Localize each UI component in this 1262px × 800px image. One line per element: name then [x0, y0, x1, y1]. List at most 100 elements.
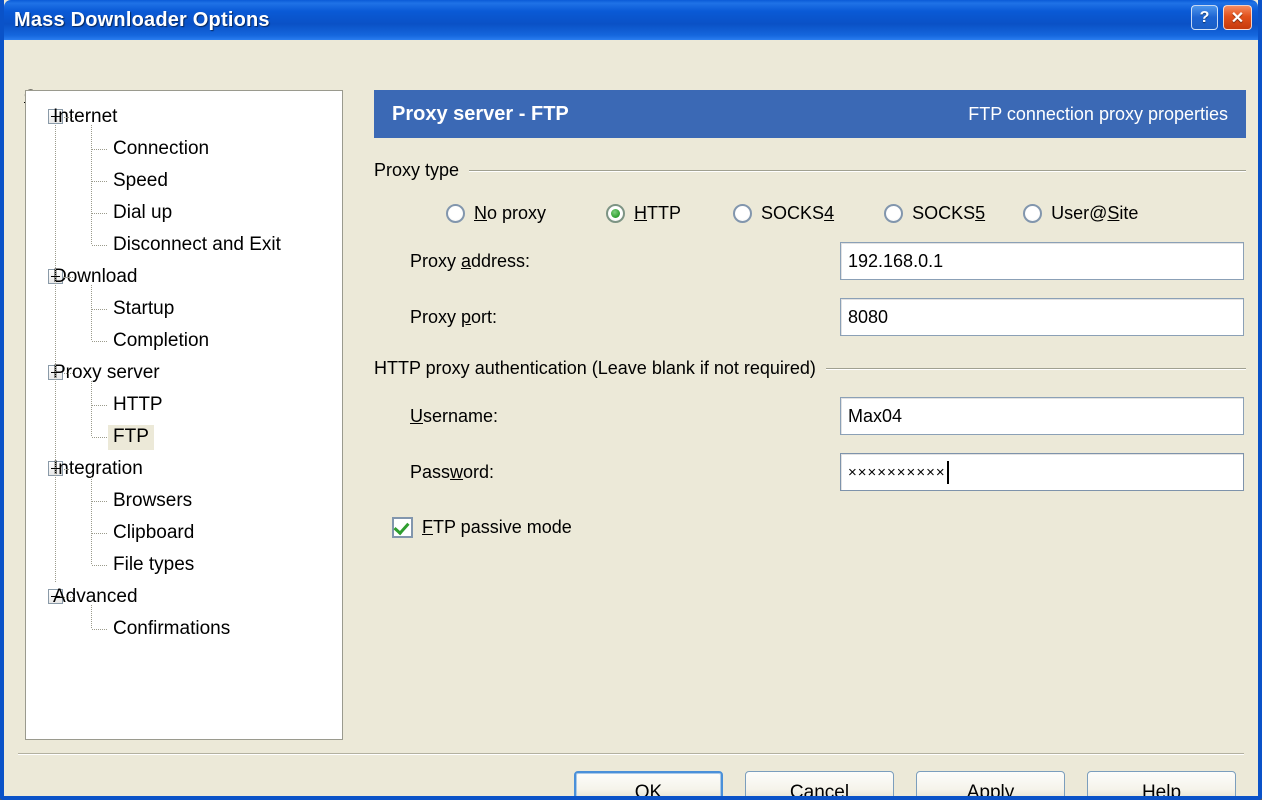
tree-guide — [64, 117, 73, 118]
username-input[interactable]: Max04 — [840, 397, 1244, 435]
footer-separator — [18, 753, 1244, 755]
radio-indicator[interactable] — [446, 204, 465, 223]
tree-guide — [91, 605, 92, 629]
radio-no-proxy[interactable]: No proxy — [446, 203, 546, 224]
radio-label: User@Site — [1051, 203, 1139, 223]
tree-item-file-types[interactable]: File types — [26, 549, 342, 581]
dialog-body: Category: InternetConnectionSpeedDial up… — [4, 40, 1258, 796]
tree-item-proxy-server[interactable]: Proxy server — [26, 357, 342, 389]
tree-item-label: Integration — [53, 457, 143, 479]
ok-button[interactable]: OK — [574, 771, 723, 796]
tree-item-label: Browsers — [113, 489, 193, 511]
tree-item-label: Clipboard — [113, 521, 195, 543]
tree-guide — [92, 501, 108, 502]
tree-item-label: Speed — [113, 169, 168, 191]
proxy-type-radio-group: No proxy HTTP SOCKS4 SOCKS5 User@Site — [374, 203, 1246, 224]
tree-guide — [92, 533, 108, 534]
pane-header: Proxy server - FTP FTP connection proxy … — [374, 90, 1246, 138]
tree-item-confirmations[interactable]: Confirmations — [26, 613, 342, 645]
tree-item-label: Completion — [113, 329, 210, 351]
tree-item-label: Download — [53, 265, 138, 287]
radio-indicator[interactable] — [884, 204, 904, 223]
pane-title: Proxy server - FTP — [392, 102, 569, 125]
tree-item-label: File types — [113, 553, 195, 575]
tree-item-label: Startup — [113, 297, 175, 319]
proxy-port-row: Proxy port: 8080 — [374, 298, 1246, 336]
proxy-port-label: Proxy port: — [410, 306, 498, 327]
tree-guide — [92, 405, 108, 406]
tree-guide — [92, 245, 108, 246]
password-row: Password: ×××××××××× — [374, 453, 1246, 491]
tree-item-integration[interactable]: Integration — [26, 453, 342, 485]
group-separator — [825, 367, 1246, 370]
tree-item-internet[interactable]: Internet — [26, 101, 342, 133]
tree-item-label: Dial up — [113, 201, 173, 223]
tree-item-browsers[interactable]: Browsers — [26, 485, 342, 517]
tree-guide — [91, 381, 92, 437]
radio-http[interactable]: HTTP — [606, 203, 681, 224]
window-controls: ? ✕ — [1191, 5, 1252, 30]
tree-guide — [91, 477, 92, 565]
proxy-type-group-title: Proxy type — [374, 160, 460, 180]
password-label: Password: — [410, 461, 495, 482]
tree-guide — [64, 373, 73, 374]
radio-label: SOCKS5 — [912, 203, 986, 223]
radio-indicator[interactable] — [733, 204, 753, 223]
group-separator — [469, 169, 1246, 172]
category-tree[interactable]: Internet Connection Speed Dial up Disconnect… — [25, 90, 343, 740]
tree-item-download[interactable]: Download — [26, 261, 342, 293]
tree-guide — [92, 213, 108, 214]
tree-item-connection[interactable]: Connection — [26, 133, 342, 165]
tree-item-dial-up[interactable]: Dial up — [26, 197, 342, 229]
radio-socks5[interactable]: SOCKS5 — [884, 203, 985, 224]
proxy-port-input[interactable]: 8080 — [840, 298, 1244, 336]
help-icon[interactable]: ? — [1191, 5, 1218, 30]
radio-indicator[interactable] — [1023, 204, 1043, 223]
radio-indicator[interactable] — [606, 204, 626, 223]
tree-item-label: HTTP — [113, 393, 163, 415]
password-input[interactable]: ×××××××××× — [840, 453, 1244, 491]
tree-guide — [92, 181, 108, 182]
username-label: Username: — [410, 405, 499, 426]
tree-guide — [64, 277, 73, 278]
radio-label: No proxy — [474, 203, 547, 223]
tree-item-http[interactable]: HTTP — [26, 389, 342, 421]
tree-item-label: Connection — [113, 137, 210, 159]
tree-item-completion[interactable]: Completion — [26, 325, 342, 357]
ftp-passive-mode-checkbox[interactable] — [392, 517, 413, 538]
help-button[interactable]: Help — [1087, 771, 1236, 796]
close-icon[interactable]: ✕ — [1223, 5, 1252, 30]
dialog-buttons: OK Cancel Apply Help — [574, 771, 1236, 796]
tree-item-ftp[interactable]: FTP — [26, 421, 342, 453]
radio-label: HTTP — [634, 203, 682, 223]
apply-button[interactable]: Apply — [916, 771, 1065, 796]
title-bar: Mass Downloader Options ? ✕ — [4, 0, 1258, 40]
proxy-type-group-header: Proxy type — [374, 160, 1246, 181]
tree-item-speed[interactable]: Speed — [26, 165, 342, 197]
settings-pane: Proxy server - FTP FTP connection proxy … — [374, 90, 1246, 538]
tree-guide — [91, 285, 92, 341]
text-cursor — [946, 460, 949, 484]
tree-guide — [92, 341, 108, 342]
tree-item-label: FTP — [108, 424, 154, 450]
tree-item-startup[interactable]: Startup — [26, 293, 342, 325]
proxy-address-label: Proxy address: — [410, 250, 531, 271]
tree-item-clipboard[interactable]: Clipboard — [26, 517, 342, 549]
ftp-passive-mode-row[interactable]: FTP passive mode — [374, 517, 1246, 538]
tree-guide — [55, 125, 56, 583]
radio-socks4[interactable]: SOCKS4 — [733, 203, 834, 224]
tree-item-label: Advanced — [53, 585, 138, 607]
tree-guide — [92, 309, 108, 310]
proxy-address-input[interactable]: 192.168.0.1 — [840, 242, 1244, 280]
proxy-address-row: Proxy address: 192.168.0.1 — [374, 242, 1246, 280]
tree-guide — [64, 469, 73, 470]
tree-guide — [91, 125, 92, 245]
cancel-button[interactable]: Cancel — [745, 771, 894, 796]
radio-label: SOCKS4 — [761, 203, 835, 223]
tree-item-advanced[interactable]: Advanced — [26, 581, 342, 613]
pane-subtitle: FTP connection proxy properties — [968, 103, 1228, 124]
tree-item-disconnect-and-exit[interactable]: Disconnect and Exit — [26, 229, 342, 261]
radio-user-site[interactable]: User@Site — [1023, 203, 1138, 224]
tree-item-label: Internet — [53, 105, 118, 127]
ftp-passive-mode-label: FTP passive mode — [422, 517, 572, 537]
